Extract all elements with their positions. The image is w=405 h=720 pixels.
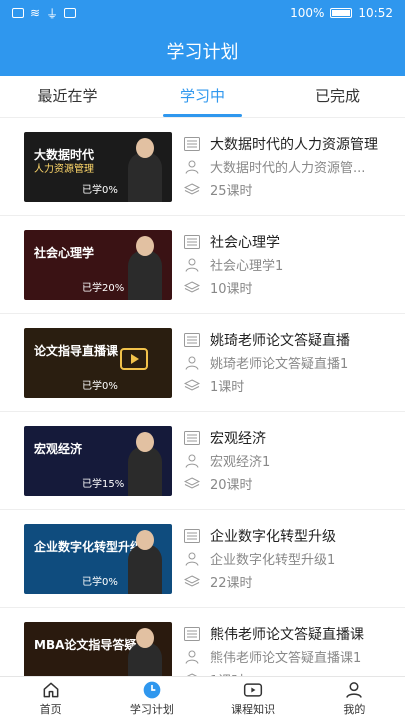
course-teacher: 大数据时代的人力资源管... <box>210 161 366 176</box>
layers-icon <box>184 476 200 489</box>
course-info: 企业数字化转型升级 企业数字化转型升级1 22课时 <box>184 524 405 593</box>
usb-icon: ⏚ <box>46 6 59 21</box>
course-item[interactable]: 论文指导直播课已学0% 姚琦老师论文答疑直播 姚琦老师论文答疑直播1 1课时 <box>0 314 405 412</box>
layers-icon <box>184 280 200 293</box>
list-icon <box>184 136 200 151</box>
teacher-photo <box>128 431 162 496</box>
tab-completed[interactable]: 已完成 <box>270 76 405 117</box>
course-hours: 25课时 <box>210 184 253 199</box>
course-teacher: 社会心理学1 <box>210 259 284 274</box>
teacher-icon <box>185 552 199 566</box>
course-teacher: 姚琦老师论文答疑直播1 <box>210 357 349 372</box>
nav-home-label: 首页 <box>39 703 62 716</box>
list-icon <box>184 528 200 543</box>
layers-icon <box>184 378 200 391</box>
course-hours: 20课时 <box>210 478 253 493</box>
progress-label: 已学0% <box>82 380 118 392</box>
progress-label: 已学15% <box>82 478 125 490</box>
home-icon <box>43 682 59 698</box>
course-teacher: 企业数字化转型升级1 <box>210 553 336 568</box>
progress-label: 已学20% <box>82 282 125 294</box>
nav-mine-label: 我的 <box>343 703 366 716</box>
layers-icon <box>184 182 200 195</box>
course-title: 社会心理学 <box>210 234 280 251</box>
course-info: 宏观经济宏观经济1 20课时 <box>184 426 405 495</box>
thumbnail-subtitle: 人力资源管理 <box>34 163 94 175</box>
teacher-photo <box>128 137 162 202</box>
thumbnail-title: 宏观经济 <box>34 441 83 456</box>
course-hours: 22课时 <box>210 576 253 591</box>
user-icon <box>346 682 363 698</box>
course-thumbnail: 大数据时代 人力资源管理 已学0% <box>24 131 172 202</box>
teacher-icon <box>185 454 199 468</box>
sim-icon <box>12 8 24 18</box>
thumbnail-title: 企业数字化转型升级 <box>34 539 143 554</box>
play-icon <box>120 347 148 370</box>
tab-bar: 最近在学 学习中 已完成 <box>0 76 405 118</box>
clock-time: 10:52 <box>358 6 393 20</box>
teacher-icon <box>185 356 199 370</box>
clock-icon <box>143 681 161 699</box>
course-item[interactable]: MBA论文指导答疑 熊伟老师论文答疑直播课熊伟老师论文答疑直播课11课时 <box>0 608 405 676</box>
teacher-icon <box>185 160 199 174</box>
nav-mine[interactable]: 我的 <box>304 677 405 720</box>
course-list: 大数据时代 人力资源管理 已学0% 大数据时代的人力资源管理 大数据时代的人力资源管..… <box>0 118 405 676</box>
course-title: 熊伟老师论文答疑直播课 <box>210 626 364 643</box>
course-item[interactable]: 社会心理学 已学20% 社会心理学 社会心理学1 10课时 <box>0 216 405 314</box>
course-item[interactable]: 大数据时代 人力资源管理 已学0% 大数据时代的人力资源管理 大数据时代的人力资源管..… <box>0 118 405 216</box>
course-title: 宏观经济 <box>210 430 266 447</box>
video-icon <box>244 683 263 697</box>
teacher-photo <box>128 529 162 594</box>
status-bar: ≋ ⏚ 100% 10:52 <box>0 0 405 26</box>
course-thumbnail: MBA论文指导答疑 <box>24 621 172 676</box>
page-header: 学习计划 <box>0 26 405 76</box>
course-hours: 10课时 <box>210 282 253 297</box>
list-icon <box>184 430 200 445</box>
nav-home[interactable]: 首页 <box>0 677 101 720</box>
course-info: 熊伟老师论文答疑直播课熊伟老师论文答疑直播课11课时 <box>184 622 405 676</box>
nav-course-knowledge[interactable]: 课程知识 <box>203 677 304 720</box>
teacher-icon <box>185 650 199 664</box>
course-teacher: 宏观经济1 <box>210 455 271 470</box>
teacher-photo <box>128 627 162 676</box>
tab-recent[interactable]: 最近在学 <box>0 76 135 117</box>
course-item[interactable]: 企业数字化转型升级 已学0% 企业数字化转型升级 企业数字化转型升级1 22课时 <box>0 510 405 608</box>
course-item[interactable]: 宏观经济 已学15% 宏观经济 宏观经济1 20课时 <box>0 412 405 510</box>
battery-percent: 100% <box>290 6 325 20</box>
course-title: 企业数字化转型升级 <box>210 528 336 545</box>
course-title: 姚琦老师论文答疑直播 <box>210 332 350 349</box>
course-thumbnail: 企业数字化转型升级已学0% <box>24 523 172 594</box>
course-teacher: 熊伟老师论文答疑直播课1 <box>210 651 362 666</box>
battery-icon <box>330 8 353 18</box>
nav-course-knowledge-label: 课程知识 <box>231 703 276 716</box>
nav-study-plan-label: 学习计划 <box>129 703 174 716</box>
course-info: 姚琦老师论文答疑直播 姚琦老师论文答疑直播1 1课时 <box>184 328 405 397</box>
course-thumbnail: 宏观经济已学15% <box>24 425 172 496</box>
nav-study-plan[interactable]: 学习计划 <box>101 677 202 720</box>
wifi-icon: ≋ <box>30 6 41 20</box>
notification-icon <box>64 8 77 18</box>
bottom-nav: 首页 学习计划 课程知识 我的 <box>0 676 405 720</box>
tab-in-progress[interactable]: 学习中 <box>135 76 270 117</box>
list-icon <box>184 626 200 641</box>
course-thumbnail: 社会心理学已学20% <box>24 229 172 300</box>
page-title: 学习计划 <box>166 42 239 63</box>
thumbnail-title: 社会心理学 <box>34 245 95 260</box>
teacher-photo <box>128 235 162 300</box>
layers-icon <box>184 574 200 587</box>
course-info: 社会心理学社会心理学1 10课时 <box>184 230 405 299</box>
course-hours: 1课时 <box>210 380 245 395</box>
thumbnail-title: 论文指导直播课 <box>34 343 119 358</box>
thumbnail-title: MBA论文指导答疑 <box>34 637 137 652</box>
teacher-icon <box>185 258 199 272</box>
progress-label: 已学0% <box>82 184 118 196</box>
list-icon <box>184 332 200 347</box>
list-icon <box>184 234 200 249</box>
progress-label: 已学0% <box>82 576 118 588</box>
course-title: 大数据时代的人力资源管理 <box>210 136 378 153</box>
course-info: 大数据时代的人力资源管理 大数据时代的人力资源管... 25课时 <box>184 132 405 201</box>
course-thumbnail: 论文指导直播课已学0% <box>24 327 172 398</box>
